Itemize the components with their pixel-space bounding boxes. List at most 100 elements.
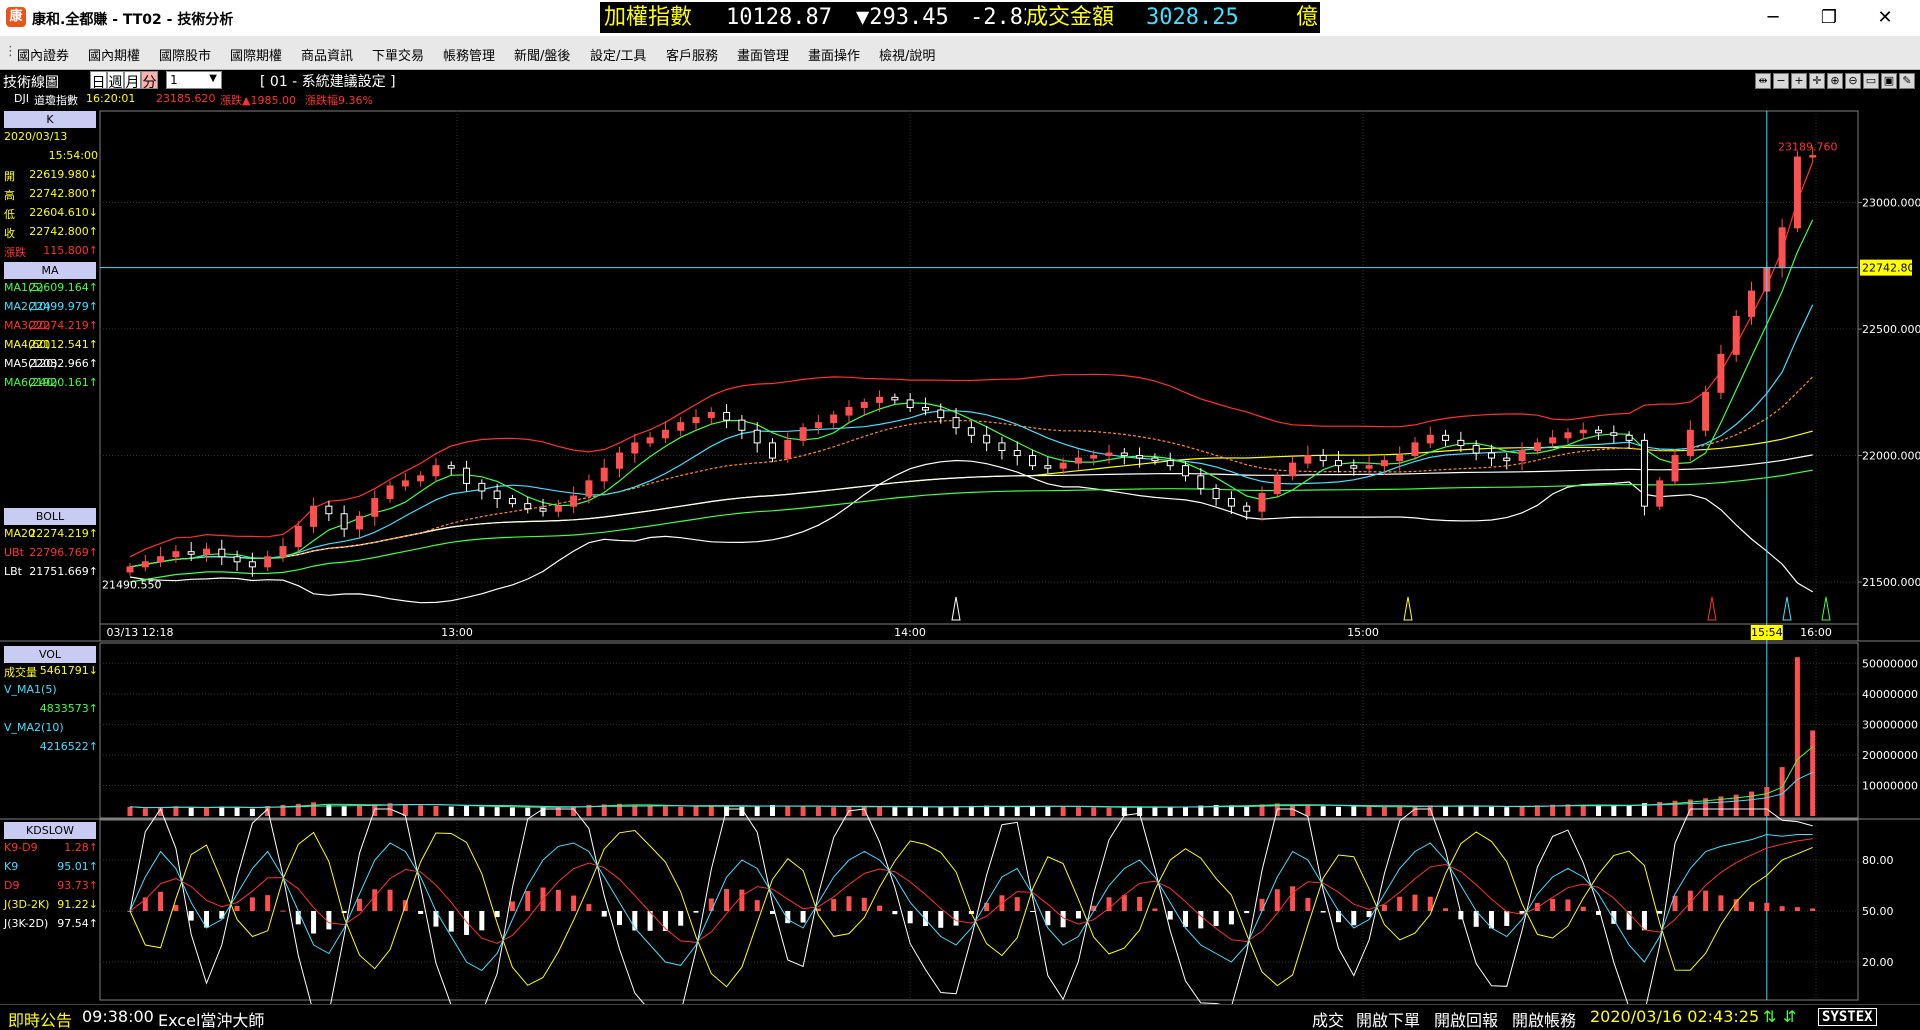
kd-histogram-bar bbox=[1290, 886, 1296, 911]
volume-bar bbox=[892, 807, 898, 816]
volume-bar bbox=[1075, 807, 1081, 816]
volume-bar bbox=[769, 805, 775, 816]
k9-line bbox=[129, 833, 1813, 972]
time-tick-label: 15:00 bbox=[1347, 626, 1379, 639]
volume-bar bbox=[1779, 767, 1785, 816]
kd-histogram-bar bbox=[1779, 906, 1785, 911]
kd-histogram-bar bbox=[938, 911, 944, 928]
kd-histogram-bar bbox=[1075, 911, 1081, 919]
candle bbox=[126, 566, 134, 573]
candle bbox=[814, 422, 822, 429]
status-trade-button[interactable]: 成交 bbox=[1312, 1007, 1344, 1030]
candle bbox=[998, 442, 1006, 451]
kd-histogram-bar bbox=[877, 905, 883, 911]
volume-bar bbox=[1320, 806, 1326, 816]
kd-histogram-bar bbox=[1152, 908, 1158, 911]
candle bbox=[401, 480, 409, 487]
kd-histogram-bar bbox=[1121, 895, 1127, 911]
candle bbox=[616, 452, 624, 469]
volume-bar bbox=[800, 806, 806, 816]
status-open-account-button[interactable]: 開啟帳務 bbox=[1512, 1007, 1576, 1030]
volume-bar bbox=[249, 808, 255, 816]
kd-histogram-bar bbox=[984, 902, 990, 911]
candle bbox=[1503, 457, 1511, 462]
candle bbox=[646, 437, 654, 444]
volume-bar bbox=[922, 806, 928, 816]
volume-bar bbox=[1519, 806, 1525, 816]
kd-histogram-bar bbox=[1764, 902, 1770, 911]
candle bbox=[248, 561, 256, 568]
candle bbox=[1793, 156, 1801, 229]
kd-tick-label: 50.00 bbox=[1862, 905, 1894, 918]
volume-bar bbox=[815, 806, 821, 816]
candle bbox=[1029, 455, 1037, 467]
kd-histogram-bar bbox=[387, 889, 393, 911]
candle bbox=[1472, 444, 1480, 454]
volume-bar bbox=[1244, 805, 1250, 816]
ma240-line bbox=[129, 469, 1813, 583]
signal-marker-icon bbox=[1707, 596, 1717, 621]
volume-bar bbox=[1764, 786, 1770, 816]
candle bbox=[952, 417, 960, 429]
candle bbox=[692, 417, 700, 424]
candle bbox=[677, 422, 685, 431]
price-chart[interactable]: 03/13 12:18 13:00 14:00 15:00 16:00 23000.000… bbox=[0, 0, 1920, 1004]
kd-histogram-bar bbox=[693, 911, 699, 913]
kd-histogram-bar bbox=[326, 911, 332, 930]
volume-bar bbox=[479, 806, 485, 816]
kd-histogram-bar bbox=[754, 900, 760, 911]
status-open-report-button[interactable]: 開啟回報 bbox=[1434, 1007, 1498, 1030]
announcement-label[interactable]: 即時公告 bbox=[8, 1007, 72, 1030]
candle bbox=[799, 427, 807, 441]
kd-histogram-bar bbox=[1810, 908, 1816, 911]
candle bbox=[202, 548, 210, 555]
boll-lower-line bbox=[129, 459, 1814, 604]
volume-bar bbox=[1611, 805, 1617, 816]
candle bbox=[325, 505, 333, 515]
candle bbox=[1686, 429, 1694, 457]
announcement-text[interactable]: Excel當沖大師 bbox=[158, 1007, 264, 1030]
volume-bar bbox=[142, 808, 148, 816]
candle bbox=[463, 467, 471, 484]
candle bbox=[1579, 429, 1587, 434]
candle bbox=[524, 503, 532, 510]
candle bbox=[876, 396, 884, 403]
ma20-line bbox=[129, 376, 1814, 568]
candle bbox=[172, 551, 180, 558]
candle bbox=[845, 406, 853, 416]
candle bbox=[860, 401, 868, 408]
candle bbox=[1809, 155, 1817, 158]
kd-histogram-bar bbox=[617, 911, 623, 925]
candle bbox=[355, 515, 363, 530]
kd-histogram-bar bbox=[1412, 894, 1418, 911]
candle bbox=[1243, 505, 1251, 512]
kd-histogram-bar bbox=[1504, 911, 1510, 926]
low-price-label: 21490.550 bbox=[102, 578, 162, 591]
candle bbox=[1640, 439, 1648, 507]
volume-bar bbox=[1060, 806, 1066, 816]
candle bbox=[386, 485, 394, 500]
candle bbox=[1778, 227, 1786, 269]
kd-histogram-bar bbox=[1137, 896, 1143, 911]
volume-bar bbox=[1381, 807, 1387, 816]
candle bbox=[1044, 465, 1052, 469]
ma5-line bbox=[129, 219, 1814, 568]
volume-bar bbox=[785, 805, 791, 816]
volume-tick-label: 30000000 bbox=[1862, 718, 1918, 731]
candle bbox=[1717, 353, 1725, 393]
candle bbox=[417, 475, 425, 482]
candle bbox=[1304, 455, 1312, 464]
volume-bar bbox=[1183, 806, 1189, 816]
candle bbox=[218, 548, 226, 558]
candle bbox=[1227, 498, 1235, 507]
status-open-order-button[interactable]: 開啟下單 bbox=[1356, 1007, 1420, 1030]
kd-histogram-bar bbox=[555, 889, 561, 911]
volume-bar bbox=[341, 806, 347, 816]
kd-histogram-bar bbox=[1198, 911, 1204, 929]
kd-histogram-bar bbox=[356, 898, 362, 911]
volume-bar bbox=[1030, 806, 1036, 816]
volume-bar bbox=[678, 806, 684, 816]
kd-histogram-bar bbox=[907, 911, 913, 924]
price-tick-label: 22500.000 bbox=[1862, 323, 1920, 336]
kd-histogram-bar bbox=[448, 911, 454, 932]
